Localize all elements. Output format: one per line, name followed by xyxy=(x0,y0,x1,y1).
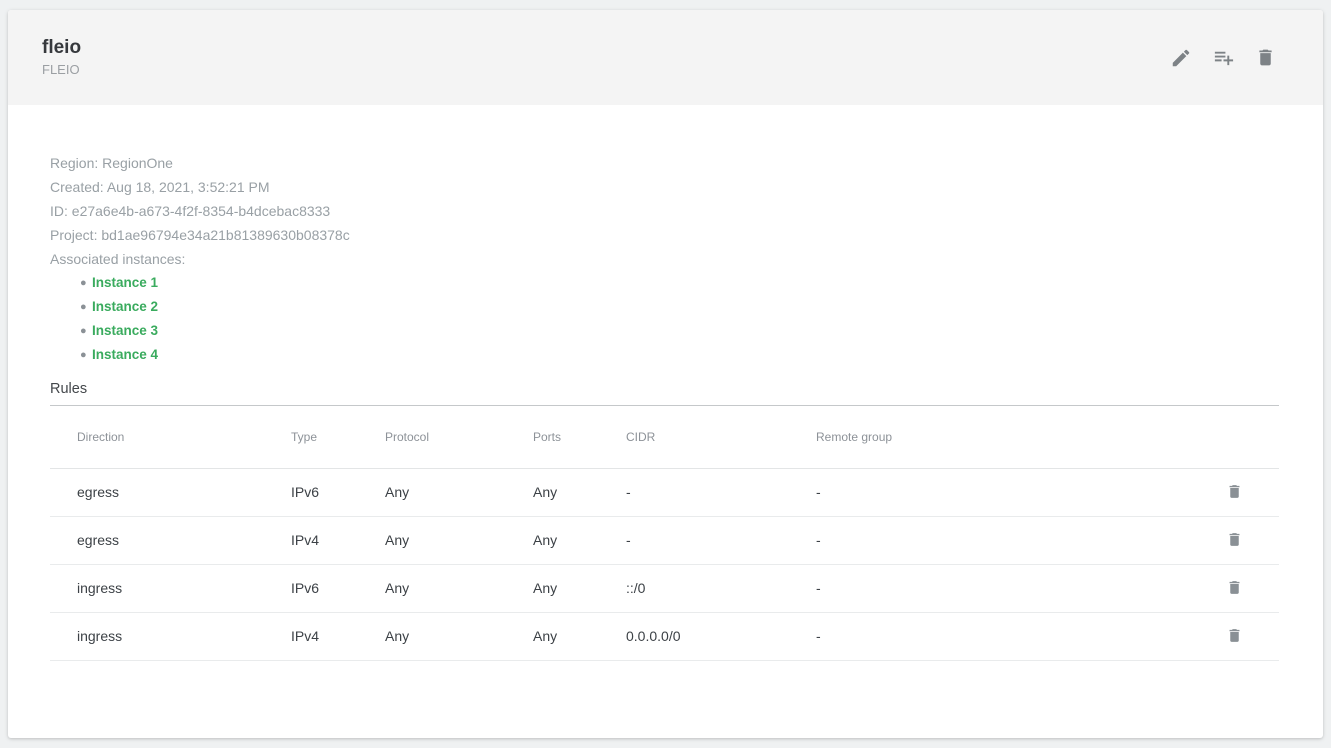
project-text: Project: bd1ae96794e34a21b81389630b08378… xyxy=(50,223,1279,247)
details-section: Region: RegionOne Created: Aug 18, 2021,… xyxy=(50,151,1279,367)
rule-remote-group-cell: - xyxy=(816,612,1189,660)
rule-remote-group-cell: - xyxy=(816,516,1189,564)
rule-cidr-cell: - xyxy=(626,516,816,564)
rule-protocol-cell: Any xyxy=(385,468,533,516)
card-header: fleio FLEIO xyxy=(8,10,1323,105)
trash-icon xyxy=(1226,579,1243,596)
rule-ports-cell: Any xyxy=(533,564,626,612)
instance-list: ● Instance 1 ● Instance 2 ● Instance 3 ●… xyxy=(50,271,1279,367)
trash-icon xyxy=(1255,47,1276,68)
id-text: ID: e27a6e4b-a673-4f2f-8354-b4dcebac8333 xyxy=(50,199,1279,223)
trash-icon xyxy=(1226,627,1243,644)
page-subtitle: FLEIO xyxy=(42,61,81,79)
rule-remote-group-cell: - xyxy=(816,468,1189,516)
card-body: Region: RegionOne Created: Aug 18, 2021,… xyxy=(8,105,1323,661)
instance-list-item: ● Instance 2 xyxy=(80,295,1279,319)
delete-rule-button[interactable] xyxy=(1224,481,1244,501)
instance-link[interactable]: Instance 2 xyxy=(92,299,158,314)
bullet-icon: ● xyxy=(80,295,87,319)
bullet-icon: ● xyxy=(80,271,87,295)
created-text: Created: Aug 18, 2021, 3:52:21 PM xyxy=(50,175,1279,199)
rule-remote-group-cell: - xyxy=(816,564,1189,612)
rule-ports-cell: Any xyxy=(533,468,626,516)
rule-direction-cell: egress xyxy=(50,468,291,516)
column-header-remote-group: Remote group xyxy=(816,406,1189,468)
instance-list-item: ● Instance 3 xyxy=(80,319,1279,343)
bullet-icon: ● xyxy=(80,343,87,367)
rules-table: Direction Type Protocol Ports CIDR Remot… xyxy=(50,406,1279,661)
rule-type-cell: IPv4 xyxy=(291,612,385,660)
delete-rule-button[interactable] xyxy=(1224,577,1244,597)
rule-protocol-cell: Any xyxy=(385,516,533,564)
playlist-add-icon xyxy=(1212,46,1235,69)
delete-group-button[interactable] xyxy=(1253,46,1277,70)
column-header-protocol: Protocol xyxy=(385,406,533,468)
rule-cidr-cell: ::/0 xyxy=(626,564,816,612)
instance-link[interactable]: Instance 4 xyxy=(92,347,158,362)
rule-actions-cell xyxy=(1189,516,1279,564)
instance-list-item: ● Instance 4 xyxy=(80,343,1279,367)
header-actions xyxy=(1169,46,1277,70)
rule-protocol-cell: Any xyxy=(385,564,533,612)
add-rule-button[interactable] xyxy=(1211,46,1235,70)
rule-direction-cell: egress xyxy=(50,516,291,564)
rule-row: ingress IPv6 Any Any ::/0 - xyxy=(50,564,1279,612)
column-header-cidr: CIDR xyxy=(626,406,816,468)
page-title: fleio xyxy=(42,36,81,60)
header-titles: fleio FLEIO xyxy=(42,36,81,79)
column-header-type: Type xyxy=(291,406,385,468)
rule-row: egress IPv4 Any Any - - xyxy=(50,516,1279,564)
rule-ports-cell: Any xyxy=(533,612,626,660)
rule-protocol-cell: Any xyxy=(385,612,533,660)
delete-rule-button[interactable] xyxy=(1224,625,1244,645)
rules-heading: Rules xyxy=(50,378,1279,400)
rule-direction-cell: ingress xyxy=(50,612,291,660)
rule-direction-cell: ingress xyxy=(50,564,291,612)
rules-table-header-row: Direction Type Protocol Ports CIDR Remot… xyxy=(50,406,1279,468)
rule-type-cell: IPv6 xyxy=(291,564,385,612)
delete-rule-button[interactable] xyxy=(1224,529,1244,549)
rule-actions-cell xyxy=(1189,468,1279,516)
security-group-card: fleio FLEIO Region: RegionOne xyxy=(8,10,1323,738)
rule-type-cell: IPv4 xyxy=(291,516,385,564)
rule-type-cell: IPv6 xyxy=(291,468,385,516)
column-header-actions xyxy=(1189,406,1279,468)
pencil-icon xyxy=(1170,47,1192,69)
instance-link[interactable]: Instance 1 xyxy=(92,275,158,290)
rule-row: ingress IPv4 Any Any 0.0.0.0/0 - xyxy=(50,612,1279,660)
rule-ports-cell: Any xyxy=(533,516,626,564)
bullet-icon: ● xyxy=(80,319,87,343)
instance-list-item: ● Instance 1 xyxy=(80,271,1279,295)
rule-actions-cell xyxy=(1189,564,1279,612)
column-header-direction: Direction xyxy=(50,406,291,468)
column-header-ports: Ports xyxy=(533,406,626,468)
edit-button[interactable] xyxy=(1169,46,1193,70)
region-text: Region: RegionOne xyxy=(50,151,1279,175)
trash-icon xyxy=(1226,483,1243,500)
trash-icon xyxy=(1226,531,1243,548)
rule-cidr-cell: 0.0.0.0/0 xyxy=(626,612,816,660)
associated-instances-label: Associated instances: xyxy=(50,247,1279,271)
rule-row: egress IPv6 Any Any - - xyxy=(50,468,1279,516)
rule-actions-cell xyxy=(1189,612,1279,660)
rule-cidr-cell: - xyxy=(626,468,816,516)
instance-link[interactable]: Instance 3 xyxy=(92,323,158,338)
